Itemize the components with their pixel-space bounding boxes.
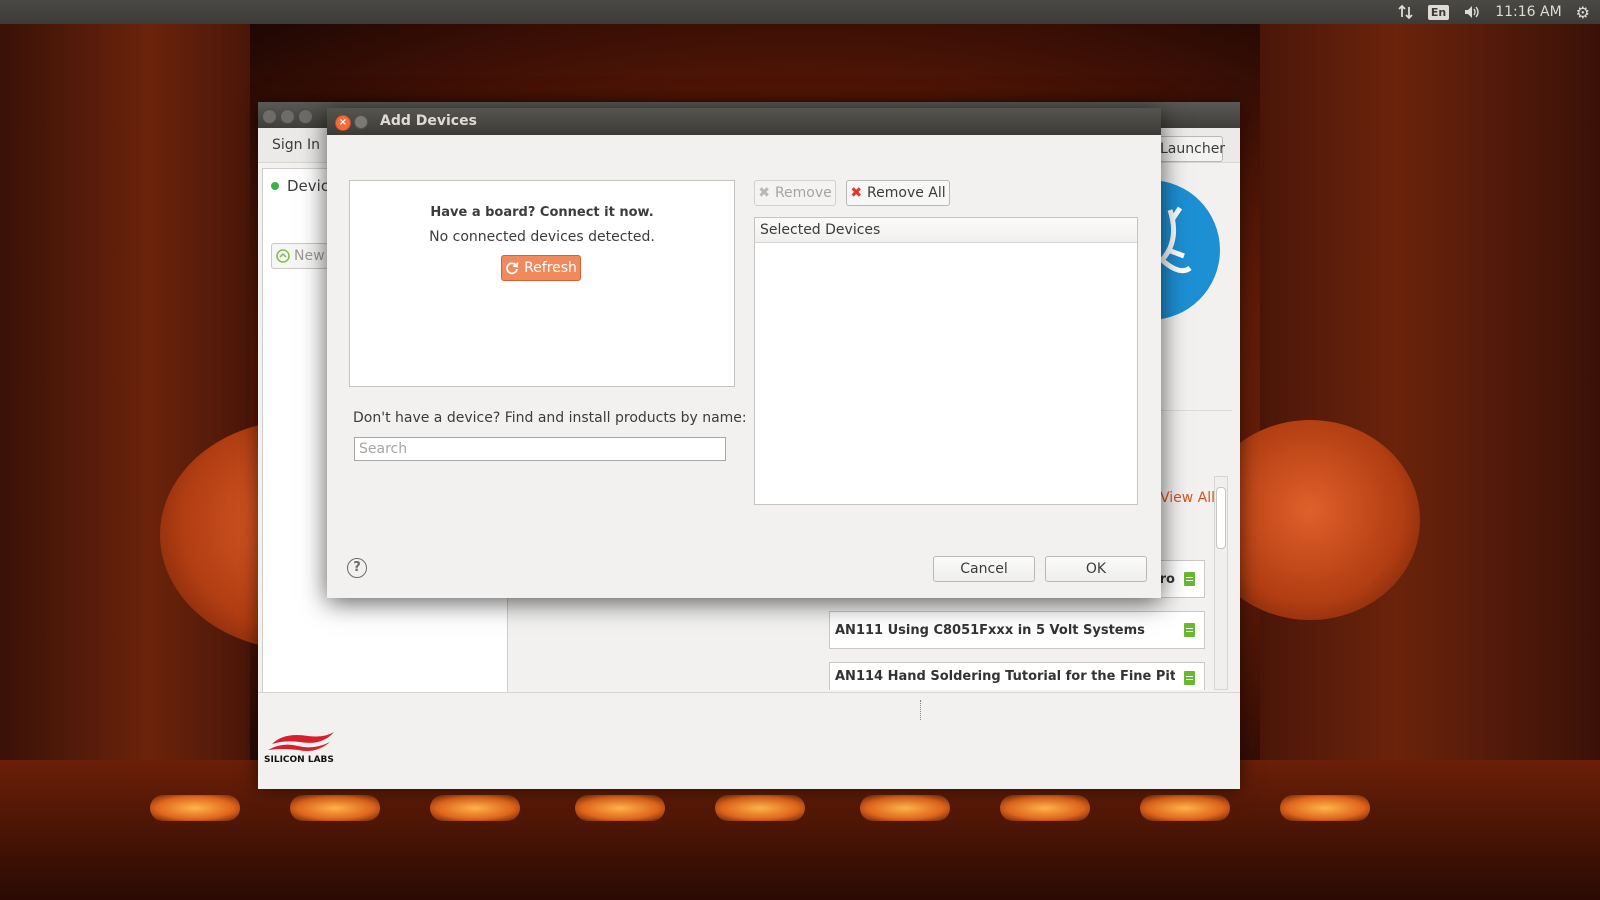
refresh-icon — [506, 262, 519, 275]
language-indicator[interactable]: En — [1427, 2, 1450, 22]
wallpaper-glow — [430, 795, 520, 821]
vertical-scrollbar[interactable] — [1214, 476, 1228, 690]
bg-maximize-button[interactable] — [298, 109, 313, 124]
connect-status: No connected devices detected. — [429, 229, 655, 245]
top-panel: En 11:16 AM ⚙ — [0, 0, 1600, 24]
bg-divider — [1160, 410, 1232, 411]
selected-devices-list[interactable]: Selected Devices — [754, 217, 1138, 505]
dialog-titlebar: × Add Devices — [327, 108, 1161, 135]
wallpaper-glow — [575, 795, 665, 821]
document-item[interactable]: AN111 Using C8051Fxxx in 5 Volt Systems — [829, 611, 1205, 649]
view-all-link[interactable]: View All — [1160, 490, 1215, 506]
dialog-close-button[interactable]: × — [335, 115, 351, 131]
find-products-label: Don't have a device? Find and install pr… — [353, 410, 747, 426]
status-dot-icon — [271, 182, 279, 190]
clock[interactable]: 11:16 AM — [1495, 2, 1561, 22]
dialog-maximize-button[interactable] — [354, 115, 368, 129]
document-icon — [1184, 623, 1195, 637]
remove-all-x-icon: ✖ — [850, 185, 863, 201]
network-arrows-icon[interactable] — [1398, 2, 1414, 22]
product-search-input[interactable] — [354, 437, 726, 461]
wallpaper-glow — [1280, 795, 1370, 821]
language-label: En — [1427, 4, 1450, 20]
wallpaper-glow — [1140, 795, 1230, 821]
help-icon[interactable]: ? — [347, 558, 367, 578]
remove-button-label: Remove — [774, 185, 832, 201]
bg-status-area — [258, 692, 1240, 789]
dialog-title: Add Devices — [380, 113, 477, 129]
wallpaper-glow — [290, 795, 380, 821]
remove-all-button-label: Remove All — [867, 185, 946, 201]
system-tray: En 11:16 AM ⚙ — [1398, 0, 1600, 24]
up-circle-icon — [276, 249, 290, 263]
sash-divider[interactable] — [920, 700, 921, 720]
scrollbar-thumb[interactable] — [1216, 487, 1226, 549]
refresh-button-label: Refresh — [524, 260, 577, 276]
gear-icon[interactable]: ⚙ — [1576, 2, 1590, 22]
selected-devices-header: Selected Devices — [755, 218, 1137, 243]
cancel-button[interactable]: Cancel — [933, 556, 1035, 582]
document-title: AN111 Using C8051Fxxx in 5 Volt Systems — [835, 622, 1145, 638]
document-item[interactable]: AN114 Hand Soldering Tutorial for the Fi… — [829, 662, 1205, 690]
remove-x-icon: ✖ — [758, 185, 770, 201]
connect-heading: Have a board? Connect it now. — [430, 205, 654, 220]
document-title: AN114 Hand Soldering Tutorial for the Fi… — [835, 669, 1175, 684]
ok-button[interactable]: OK — [1045, 556, 1147, 582]
wallpaper-glow — [1000, 795, 1090, 821]
silicon-labs-logo: SILICON LABS — [264, 728, 340, 765]
document-icon — [1184, 671, 1195, 685]
silicon-labs-logo-text: SILICON LABS — [264, 755, 334, 764]
wallpaper-glow — [715, 795, 805, 821]
sign-in-menu[interactable]: Sign In — [272, 137, 320, 153]
add-devices-dialog: × Add Devices Have a board? Connect it n… — [327, 108, 1161, 598]
refresh-button[interactable]: Refresh — [501, 255, 581, 281]
bg-minimize-button[interactable] — [280, 109, 295, 124]
remove-button[interactable]: ✖ Remove — [754, 180, 836, 206]
bg-close-button[interactable] — [262, 109, 277, 124]
volume-icon[interactable] — [1463, 2, 1481, 22]
wallpaper-glow — [150, 795, 240, 821]
wallpaper-glow — [860, 795, 950, 821]
document-icon — [1184, 572, 1195, 586]
launcher-button[interactable]: Launcher — [1159, 136, 1225, 162]
remove-all-button[interactable]: ✖ Remove All — [846, 180, 950, 206]
connect-device-panel: Have a board? Connect it now. No connect… — [349, 180, 735, 387]
